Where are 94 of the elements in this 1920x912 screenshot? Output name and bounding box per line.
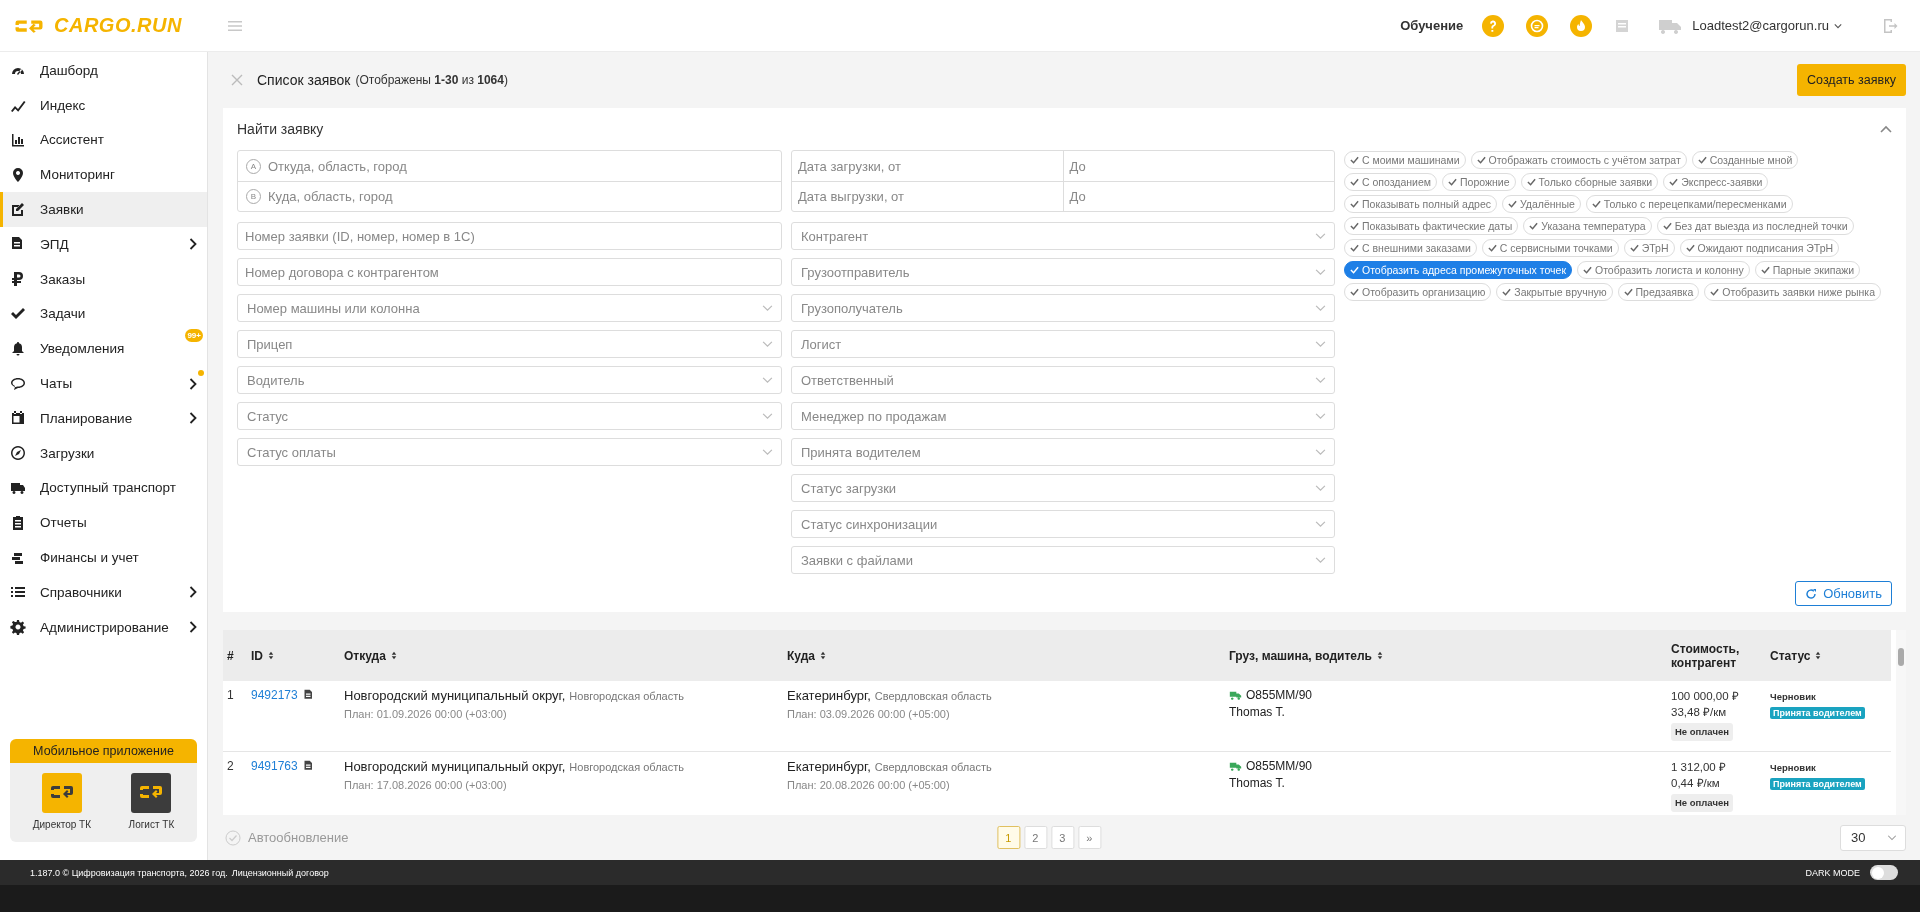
column-header[interactable]: Куда (783, 630, 1225, 681)
sidebar-item[interactable]: Дашборд (0, 53, 207, 88)
page-title: Список заявок (257, 72, 351, 88)
status-text: Черновик (1770, 691, 1817, 702)
dropdown-field[interactable]: Статус загрузки (791, 474, 1335, 502)
row-number: 2 (227, 759, 234, 773)
sidebar-item[interactable]: Планирование (0, 400, 207, 436)
dropdown-field[interactable]: Ответственный (791, 366, 1335, 394)
sidebar-item[interactable]: Индекс (0, 87, 207, 123)
autoupdate-toggle[interactable]: Автообновление (225, 829, 349, 846)
price-per-km: 0,44 ₽/км (1671, 776, 1721, 791)
license-link[interactable]: Лицензионный договор (231, 867, 329, 878)
dropdown-field[interactable]: Статус (237, 402, 782, 430)
accepted-badge: Принята водителем (1770, 707, 1865, 719)
column-header[interactable]: Откуда (340, 630, 783, 681)
column-header: Стоимость, контрагент (1667, 630, 1766, 681)
column-header[interactable]: ID (247, 630, 340, 681)
dropdown-field[interactable]: Грузополучатель (791, 294, 1335, 322)
payment-status-badge: Не оплачен (1671, 794, 1733, 812)
driver-name: Thomas T. (1229, 776, 1286, 790)
price-per-km: 33,48 ₽/км (1671, 705, 1728, 720)
page-button[interactable]: 2 (1023, 826, 1047, 849)
address-field[interactable]: B Куда, область, город (238, 181, 781, 211)
column-header: # (223, 630, 247, 681)
origin-address: Новгородский муниципальный округ, Новгородская область (344, 688, 685, 703)
refresh-button[interactable]: Обновить (1795, 581, 1892, 606)
page-count: (Отображены 1-30 из 1064) (355, 73, 508, 87)
filter-tag[interactable]: Отобразить адреса промежуточных точек (1344, 261, 1572, 279)
destination-address: Екатеринбург, Свердловская область (787, 759, 993, 774)
create-request-button[interactable]: Создать заявку (1797, 64, 1906, 96)
sidebar-item[interactable]: Задачи (0, 296, 207, 332)
date-from-field[interactable]: Дата загрузки, от (792, 151, 1063, 181)
input-field[interactable]: Номер договора с контрагентом (237, 258, 782, 286)
help-label[interactable]: Обучение (1400, 18, 1464, 33)
dropdown-field[interactable]: Водитель (237, 366, 782, 394)
origin-address: Новгородский муниципальный округ, Новгородская область (344, 759, 685, 774)
page-button[interactable]: 3 (1050, 826, 1074, 849)
planned-date: План: 20.08.2026 00:00 (+05:00) (787, 779, 951, 791)
dropdown-field[interactable]: Номер машины или колонна (237, 294, 782, 322)
copyright-text: 1.187.0 © Цифровизация транспорта, 2026 год. (30, 867, 228, 878)
address-field[interactable]: A Откуда, область, город (238, 151, 781, 181)
sidebar-item[interactable]: Администрирование (0, 609, 207, 645)
request-id-link[interactable]: 9492173 (251, 688, 298, 702)
dropdown-field[interactable]: Грузоотправитель (791, 258, 1335, 286)
dropdown-field[interactable]: Статус оплаты (237, 438, 782, 466)
page-size-select[interactable]: 30 (1840, 824, 1906, 851)
sidebar-item[interactable]: Мониторинг (0, 157, 207, 193)
date-to-field[interactable]: До (1062, 182, 1334, 211)
dropdown-field[interactable]: Принята водителем (791, 438, 1335, 466)
app-label: Директор ТК (32, 819, 92, 830)
date-from-field[interactable]: Дата выгрузки, от (792, 182, 1063, 211)
row-number: 1 (227, 688, 234, 702)
sidebar-item[interactable]: Справочники (0, 574, 207, 610)
planned-date: План: 01.09.2026 00:00 (+03:00) (344, 708, 508, 720)
driver-name: Thomas T. (1229, 705, 1286, 719)
column-header[interactable]: Груз, машина, водитель (1225, 630, 1667, 681)
dropdown-field[interactable]: Статус синхронизации (791, 510, 1335, 538)
dropdown-field[interactable]: Менеджер по продажам (791, 402, 1335, 430)
vehicle-number: О855ММ/90 (1246, 759, 1313, 773)
sidebar-item[interactable]: ЭПД (0, 227, 207, 262)
status-text: Черновик (1770, 762, 1817, 773)
dropdown-field[interactable]: Контрагент (791, 222, 1335, 250)
next-page-button[interactable]: » (1077, 826, 1101, 849)
sidebar-item[interactable]: Заказы (0, 261, 207, 297)
notification-badge: 99+ (185, 329, 203, 343)
search-panel-title: Найти заявку (237, 121, 324, 137)
sidebar-item[interactable]: Чаты (0, 366, 207, 401)
dark-mode-label: DARK MODE (1805, 867, 1860, 878)
vehicle-number: О855ММ/90 (1246, 688, 1313, 702)
request-id-link[interactable]: 9491763 (251, 759, 298, 773)
input-field[interactable]: Номер заявки (ID, номер, номер в 1С) (237, 222, 782, 250)
price: 1 312,00 ₽ (1671, 760, 1727, 775)
payment-status-badge: Не оплачен (1671, 723, 1733, 741)
date-to-field[interactable]: До (1062, 151, 1334, 181)
sidebar-item[interactable]: Отчеты (0, 505, 207, 541)
app-label: Логист ТК (128, 819, 175, 830)
sidebar-item[interactable]: Заявки (0, 192, 207, 227)
user-menu[interactable]: Loadtest2@cargorun.ru (1692, 18, 1842, 33)
dropdown-field[interactable]: Логист (791, 330, 1335, 358)
sidebar-item[interactable]: Финансы и учет (0, 540, 207, 575)
page-button[interactable]: 1 (996, 826, 1020, 849)
mobile-app-title: Мобильное приложение (10, 739, 197, 763)
planned-date: План: 17.08.2026 00:00 (+03:00) (344, 779, 508, 791)
dropdown-field[interactable]: Заявки с файлами (791, 546, 1335, 574)
dropdown-field[interactable]: Прицеп (237, 330, 782, 358)
price: 100 000,00 ₽ (1671, 689, 1740, 704)
sidebar-item[interactable]: Загрузки (0, 435, 207, 471)
accepted-badge: Принята водителем (1770, 778, 1865, 790)
sidebar-item[interactable]: Ассистент (0, 122, 207, 158)
planned-date: План: 03.09.2026 00:00 (+05:00) (787, 708, 951, 720)
column-header[interactable]: Статус (1766, 630, 1891, 681)
sidebar-item[interactable]: Доступный транспорт (0, 470, 207, 506)
destination-address: Екатеринбург, Свердловская область (787, 688, 993, 703)
sidebar-item[interactable]: Уведомления 99+ (0, 331, 207, 367)
